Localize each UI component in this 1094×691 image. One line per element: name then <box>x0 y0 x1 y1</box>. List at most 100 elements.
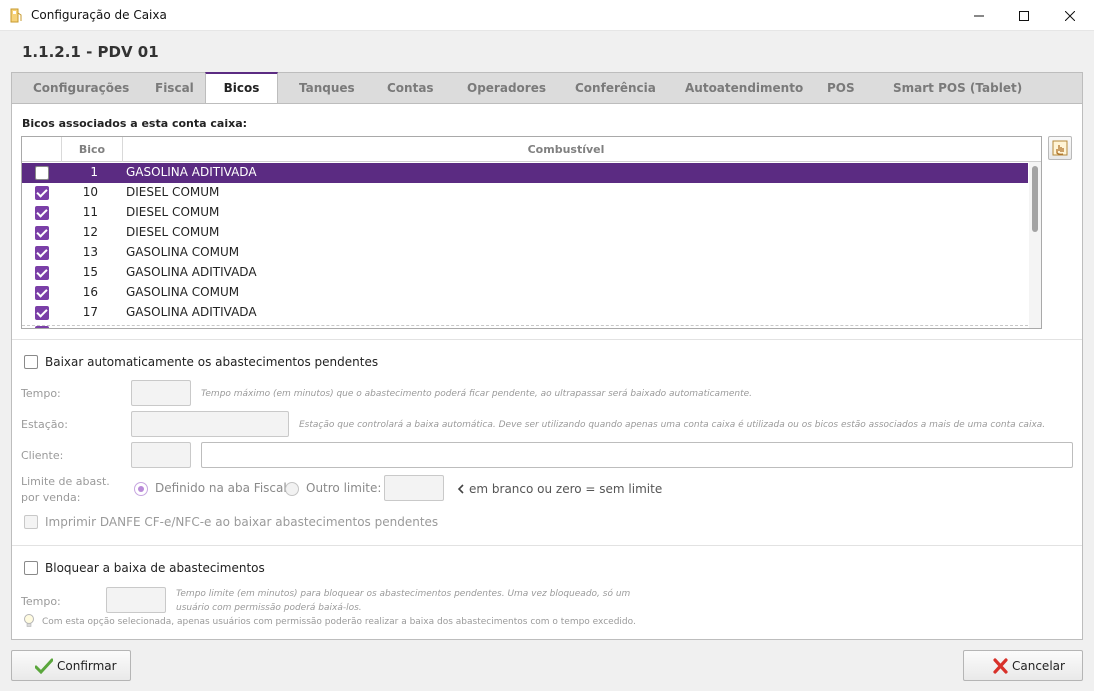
row-checkbox <box>35 326 49 328</box>
row-checkbox[interactable] <box>35 246 49 260</box>
outro-limite-input[interactable] <box>384 475 444 501</box>
close-button[interactable] <box>1047 0 1093 31</box>
limite-label-line2: por venda: <box>21 491 81 504</box>
scrollbar-thumb[interactable] <box>1032 166 1038 232</box>
row-checkbox[interactable] <box>35 206 49 220</box>
table-row[interactable]: 15 GASOLINA ADITIVADA <box>22 263 1028 283</box>
table-row[interactable]: 1 GASOLINA ADITIVADA <box>22 163 1028 183</box>
header-strip <box>0 31 1094 73</box>
tab-autoatendimento[interactable]: Autoatendimento <box>685 73 803 104</box>
cancel-button-label: Cancelar <box>1012 658 1065 673</box>
cell-bico: 11 <box>82 205 98 219</box>
confirm-button-label: Confirmar <box>57 658 117 673</box>
estacao-input[interactable] <box>131 411 289 437</box>
column-header-combustivel[interactable]: Combustível <box>123 137 1009 162</box>
tab-operadores[interactable]: Operadores <box>467 73 546 104</box>
cell-bico: 1 <box>90 165 98 179</box>
cell-combustivel: DIESEL COMUM <box>126 185 220 199</box>
cell-bico: 12 <box>82 225 98 239</box>
cliente-code-input[interactable] <box>131 442 191 468</box>
tab-conferencia[interactable]: Conferência <box>575 73 656 104</box>
minimize-button[interactable] <box>956 0 1002 31</box>
table-row[interactable]: 16 GASOLINA COMUM <box>22 283 1028 303</box>
table-row[interactable]: 12 DIESEL COMUM <box>22 223 1028 243</box>
bloquear-tempo-hint-1: Tempo limite (em minutos) para bloquear … <box>176 589 631 599</box>
radio-definido-fiscal[interactable] <box>134 482 148 496</box>
grid-scrollbar[interactable] <box>1029 162 1041 328</box>
tab-fiscal[interactable]: Fiscal <box>155 73 194 104</box>
red-x-icon <box>993 657 1008 674</box>
bloquear-tempo-hint-2: usuário com permissão poderá baixá-los. <box>176 603 362 613</box>
section-divider <box>12 545 1082 546</box>
tab-contas[interactable]: Contas <box>387 73 434 104</box>
minimize-icon <box>974 15 984 16</box>
tab-bicos[interactable]: Bicos <box>205 72 278 105</box>
tab-configuracoes[interactable]: Configurações <box>33 73 129 104</box>
grid-footer-line <box>22 325 1028 326</box>
table-row[interactable]: 17 GASOLINA ADITIVADA <box>22 303 1028 323</box>
bloquear-label: Bloquear a baixa de abastecimentos <box>45 561 265 575</box>
table-row[interactable]: 10 DIESEL COMUM <box>22 183 1028 203</box>
imprimir-danfe-label: Imprimir DANFE CF-e/NFC-e ao baixar abas… <box>45 515 439 529</box>
cliente-label: Cliente: <box>21 449 64 462</box>
cell-combustivel: GASOLINA ADITIVADA <box>126 265 257 279</box>
window-title: Configuração de Caixa <box>31 8 167 22</box>
checkmark-icon <box>35 658 53 674</box>
cell-combustivel: GASOLINA COMUM <box>126 245 240 259</box>
limite-hint: em branco ou zero = sem limite <box>469 482 663 496</box>
row-checkbox[interactable] <box>35 166 49 180</box>
cancel-button[interactable]: Cancelar <box>963 650 1083 681</box>
tempo-input[interactable] <box>131 380 191 406</box>
radio-outro-limite-label: Outro limite: <box>306 481 382 495</box>
tab-tanques[interactable]: Tanques <box>299 73 355 104</box>
estacao-label: Estação: <box>21 418 68 431</box>
cell-bico: 13 <box>82 245 98 259</box>
select-all-button[interactable] <box>1048 136 1072 160</box>
imprimir-danfe-checkbox[interactable] <box>24 515 38 529</box>
page-title: 1.1.2.1 - PDV 01 <box>22 43 159 61</box>
cell-combustivel: DIESEL COMUM <box>126 225 220 239</box>
bloquear-checkbox[interactable] <box>24 561 38 575</box>
row-checkbox[interactable] <box>35 306 49 320</box>
cell-combustivel: GASOLINA COMUM <box>126 285 240 299</box>
bicos-grid[interactable]: Bico Combustível 1 GASOLINA ADITIVADA 10… <box>21 136 1042 329</box>
cell-combustivel: DIESEL COMUM <box>126 205 220 219</box>
radio-definido-fiscal-label: Definido na aba Fiscal <box>155 481 287 495</box>
table-row[interactable]: 11 DIESEL COMUM <box>22 203 1028 223</box>
maximize-icon <box>1019 10 1029 21</box>
tab-bar: Configurações Fiscal Bicos Tanques Conta… <box>11 72 1083 105</box>
hand-pointer-icon <box>1052 140 1068 156</box>
baixar-auto-label: Baixar automaticamente os abastecimentos… <box>45 355 379 369</box>
close-icon <box>1065 10 1075 21</box>
cell-bico: 15 <box>82 265 98 279</box>
column-header-bico[interactable]: Bico <box>62 137 122 162</box>
row-checkbox[interactable] <box>35 226 49 240</box>
grid-header: Bico Combustível <box>22 137 1041 162</box>
tab-pos[interactable]: POS <box>827 73 855 104</box>
cell-bico: 16 <box>82 285 98 299</box>
tab-smart-pos[interactable]: Smart POS (Tablet) <box>893 73 1022 104</box>
tempo-label: Tempo: <box>21 387 61 400</box>
bicos-section-label: Bicos associados a esta conta caixa: <box>22 117 248 130</box>
baixar-auto-checkbox[interactable] <box>24 355 38 369</box>
chevron-left-icon <box>457 484 464 494</box>
row-checkbox[interactable] <box>35 286 49 300</box>
radio-outro-limite[interactable] <box>285 482 299 496</box>
bloquear-info-text: Com esta opção selecionada, apenas usuár… <box>42 617 636 627</box>
cell-combustivel: GASOLINA ADITIVADA <box>126 165 257 179</box>
cell-combustivel: GASOLINA ADITIVADA <box>126 305 257 319</box>
confirm-button[interactable]: Confirmar <box>11 650 131 681</box>
limite-label-line1: Limite de abast. <box>21 475 110 488</box>
row-checkbox[interactable] <box>35 186 49 200</box>
cell-bico: 10 <box>82 185 98 199</box>
maximize-button[interactable] <box>1001 0 1047 31</box>
estacao-hint: Estação que controlará a baixa automátic… <box>299 420 1046 430</box>
cliente-name-input[interactable] <box>201 442 1073 468</box>
app-icon <box>10 8 22 23</box>
cell-bico: 17 <box>82 305 98 319</box>
tempo-hint: Tempo máximo (em minutos) que o abasteci… <box>201 389 753 399</box>
bloquear-tempo-label: Tempo: <box>21 595 61 608</box>
bloquear-tempo-input[interactable] <box>106 587 166 613</box>
row-checkbox[interactable] <box>35 266 49 280</box>
table-row[interactable]: 13 GASOLINA COMUM <box>22 243 1028 263</box>
